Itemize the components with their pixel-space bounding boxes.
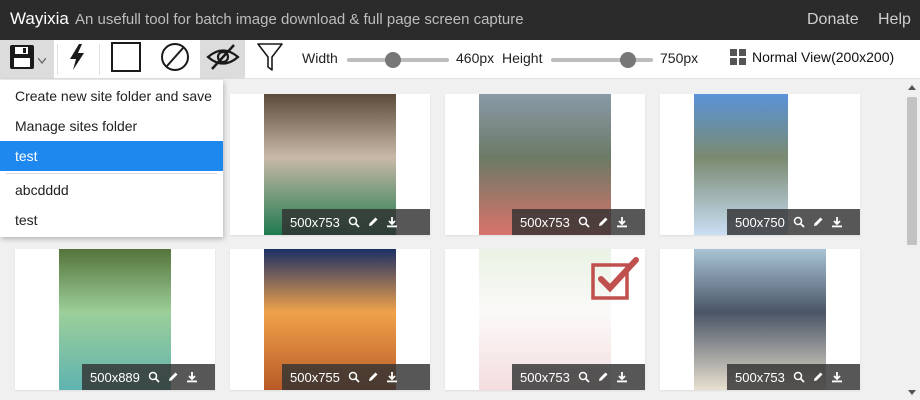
menu-item-site[interactable]: abcdddd [0, 175, 223, 205]
height-slider-knob[interactable] [619, 52, 636, 68]
select-all-button[interactable] [107, 40, 145, 79]
image-info-bar: 500x889 [82, 364, 215, 390]
deselect-button[interactable] [155, 40, 195, 79]
magnifier-icon[interactable] [147, 370, 161, 384]
menu-item-site[interactable]: test [0, 141, 223, 171]
title-bar: Wayixia An usefull tool for batch image … [0, 0, 920, 40]
pencil-icon[interactable] [596, 370, 610, 384]
image-card[interactable]: 500x755 [230, 249, 430, 390]
image-dimensions: 500x753 [520, 214, 570, 230]
image-dimensions: 500x753 [520, 369, 570, 385]
download-icon[interactable] [615, 370, 629, 384]
width-slider[interactable] [347, 52, 449, 68]
image-info-bar: 500x750 [727, 209, 860, 235]
image-dimensions: 500x889 [90, 369, 140, 385]
menu-item-create-folder[interactable]: Create new site folder and save [0, 81, 223, 111]
filter-button[interactable] [253, 40, 287, 79]
magnifier-icon[interactable] [577, 215, 591, 229]
menu-item-manage-folders[interactable]: Manage sites folder [0, 111, 223, 141]
capture-button[interactable] [60, 40, 94, 79]
image-info-bar: 500x753 [512, 209, 645, 235]
save-dropdown-button[interactable] [0, 40, 54, 79]
toolbar-divider [57, 44, 58, 75]
image-dimensions: 500x755 [290, 369, 340, 385]
pencil-icon[interactable] [811, 215, 825, 229]
width-label: Width [302, 50, 338, 66]
magnifier-icon[interactable] [347, 215, 361, 229]
download-icon[interactable] [385, 215, 399, 229]
scrollbar[interactable] [904, 80, 920, 400]
height-slider[interactable] [551, 52, 653, 68]
image-card[interactable]: 500x753 [660, 249, 860, 390]
image-card[interactable]: 500x753 [230, 94, 430, 235]
chevron-down-icon [36, 51, 47, 69]
lightning-icon [67, 43, 87, 76]
pencil-icon[interactable] [366, 370, 380, 384]
magnifier-icon[interactable] [792, 215, 806, 229]
image-info-bar: 500x753 [512, 364, 645, 390]
image-card[interactable]: 500x753 [445, 249, 645, 390]
pencil-icon[interactable] [596, 215, 610, 229]
hide-selected-button[interactable] [200, 40, 245, 79]
image-dimensions: 500x753 [290, 214, 340, 230]
width-slider-knob[interactable] [384, 52, 401, 68]
download-icon[interactable] [830, 215, 844, 229]
menu-item-site[interactable]: test [0, 205, 223, 235]
scroll-up-arrow-icon[interactable] [908, 85, 916, 90]
download-icon[interactable] [615, 215, 629, 229]
download-icon[interactable] [385, 370, 399, 384]
toolbar: Width 460px Height 750px Normal View(200… [0, 40, 920, 79]
save-icon [9, 44, 35, 75]
pencil-icon[interactable] [811, 370, 825, 384]
download-icon[interactable] [185, 370, 199, 384]
magnifier-icon[interactable] [577, 370, 591, 384]
pencil-icon[interactable] [166, 370, 180, 384]
height-label: Height [502, 50, 543, 66]
pencil-icon[interactable] [366, 215, 380, 229]
image-dimensions: 500x750 [735, 214, 785, 230]
view-mode-button[interactable]: Normal View(200x200) [730, 49, 894, 65]
download-icon[interactable] [830, 370, 844, 384]
filter-icon [257, 42, 283, 77]
ban-icon [160, 42, 190, 77]
donate-link[interactable]: Donate [807, 11, 859, 29]
magnifier-icon[interactable] [792, 370, 806, 384]
menu-divider [6, 173, 217, 174]
image-info-bar: 500x755 [282, 364, 430, 390]
grid-icon [730, 49, 746, 65]
width-value: 460px [456, 50, 495, 66]
image-card[interactable]: 500x750 [660, 94, 860, 235]
scroll-down-arrow-icon[interactable] [908, 390, 916, 395]
scrollbar-thumb[interactable] [907, 97, 917, 245]
image-info-bar: 500x753 [727, 364, 860, 390]
view-mode-label: Normal View(200x200) [752, 49, 895, 65]
image-card[interactable]: 500x889 [15, 249, 215, 390]
eye-slash-icon [205, 42, 241, 77]
save-menu: Create new site folder and save Manage s… [0, 80, 223, 237]
image-info-bar: 500x753 [282, 209, 430, 235]
magnifier-icon[interactable] [347, 370, 361, 384]
square-icon [111, 42, 141, 77]
help-link[interactable]: Help [878, 11, 911, 29]
height-value: 750px [660, 50, 699, 66]
app-name: Wayixia [10, 9, 69, 28]
image-dimensions: 500x753 [735, 369, 785, 385]
app-description: An usefull tool for batch image download… [75, 11, 524, 28]
image-card[interactable]: 500x753 [445, 94, 645, 235]
toolbar-divider [99, 44, 100, 75]
checkmark-icon [591, 257, 639, 300]
